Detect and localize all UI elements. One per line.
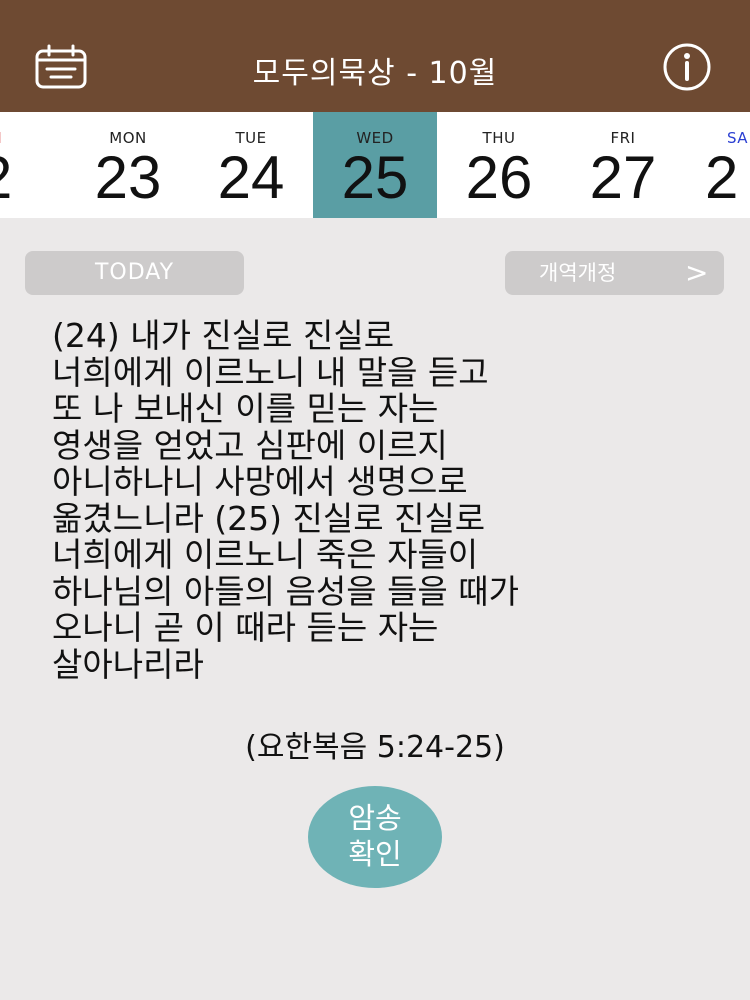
day-number: 2 — [705, 144, 739, 211]
bible-version-button[interactable]: 개역개정 > — [505, 251, 724, 295]
chevron-right-icon: > — [685, 256, 709, 289]
info-icon — [663, 43, 711, 91]
memorize-label-line2: 확인 — [348, 837, 402, 871]
week-date-bar: UN 2 MON 23 TUE 24 WED 25 THU 26 FRI 27 … — [0, 112, 750, 218]
day-friday[interactable]: FRI 27 — [561, 112, 685, 218]
verse-text: (24) 내가 진실로 진실로 너희에게 이르노니 내 말을 듣고 또 나 보내… — [52, 316, 519, 684]
day-saturday[interactable]: SA 2 — [705, 112, 750, 218]
verse-reference: (요한복음 5:24-25) — [245, 730, 505, 765]
day-number: 27 — [589, 144, 657, 211]
info-button[interactable] — [658, 42, 716, 92]
app-header: 모두의묵상 - 10월 — [0, 0, 750, 112]
memorize-label-line1: 암송 — [348, 801, 402, 835]
today-button[interactable]: TODAY — [25, 251, 244, 295]
memorize-check-button[interactable]: 암송 확인 — [308, 786, 442, 888]
version-label: 개역개정 — [539, 261, 617, 285]
day-number: 2 — [0, 143, 12, 213]
page-title: 모두의묵상 - 10월 — [252, 56, 498, 91]
